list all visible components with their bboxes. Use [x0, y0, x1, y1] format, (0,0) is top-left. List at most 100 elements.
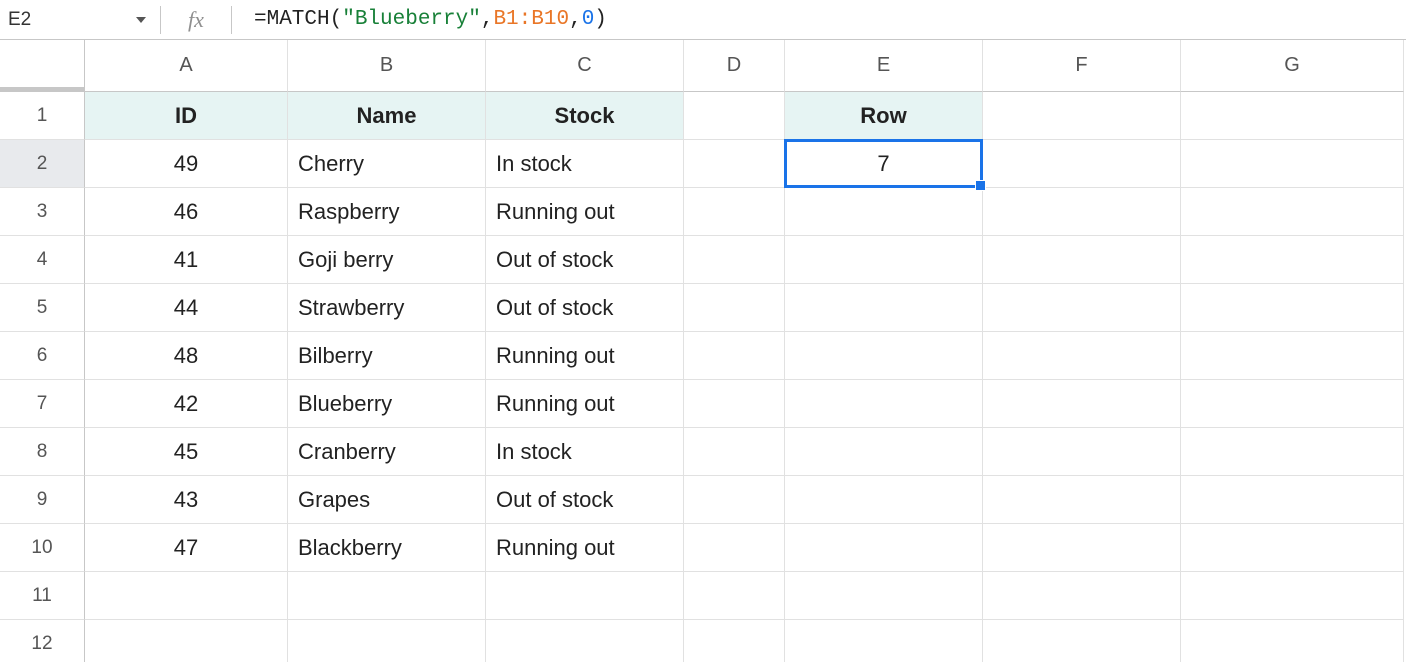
cell-G3[interactable] [1181, 188, 1404, 236]
cell-G7[interactable] [1181, 380, 1404, 428]
cell-A7[interactable]: 42 [85, 380, 288, 428]
cell-A4[interactable]: 41 [85, 236, 288, 284]
row-header-8[interactable]: 8 [0, 428, 85, 476]
cell-F12[interactable] [983, 620, 1181, 662]
cell-A6[interactable]: 48 [85, 332, 288, 380]
cell-E6[interactable] [785, 332, 983, 380]
cell-C3[interactable]: Running out [486, 188, 684, 236]
cell-G8[interactable] [1181, 428, 1404, 476]
cell-D6[interactable] [684, 332, 785, 380]
column-header-D[interactable]: D [684, 40, 785, 92]
row-header-7[interactable]: 7 [0, 380, 85, 428]
cell-A10[interactable]: 47 [85, 524, 288, 572]
cell-A1[interactable]: ID [85, 92, 288, 140]
cell-G2[interactable] [1181, 140, 1404, 188]
cell-B12[interactable] [288, 620, 486, 662]
cell-D1[interactable] [684, 92, 785, 140]
row-header-6[interactable]: 6 [0, 332, 85, 380]
cell-D10[interactable] [684, 524, 785, 572]
cell-C10[interactable]: Running out [486, 524, 684, 572]
column-header-C[interactable]: C [486, 40, 684, 92]
cell-E9[interactable] [785, 476, 983, 524]
cell-F8[interactable] [983, 428, 1181, 476]
name-box-dropdown-icon[interactable] [136, 17, 146, 23]
column-header-G[interactable]: G [1181, 40, 1404, 92]
formula-input[interactable]: =MATCH("Blueberry",B1:B10,0) [232, 0, 1406, 39]
cell-B8[interactable]: Cranberry [288, 428, 486, 476]
cell-E8[interactable] [785, 428, 983, 476]
row-header-10[interactable]: 10 [0, 524, 85, 572]
cell-C11[interactable] [486, 572, 684, 620]
cell-B1[interactable]: Name [288, 92, 486, 140]
cell-C7[interactable]: Running out [486, 380, 684, 428]
cell-A11[interactable] [85, 572, 288, 620]
cell-G9[interactable] [1181, 476, 1404, 524]
cell-F10[interactable] [983, 524, 1181, 572]
cell-G4[interactable] [1181, 236, 1404, 284]
cell-A2[interactable]: 49 [85, 140, 288, 188]
cell-D12[interactable] [684, 620, 785, 662]
cell-D7[interactable] [684, 380, 785, 428]
row-header-1[interactable]: 1 [0, 92, 85, 140]
column-header-E[interactable]: E [785, 40, 983, 92]
cell-B10[interactable]: Blackberry [288, 524, 486, 572]
cell-E2[interactable]: 7 [785, 140, 983, 188]
cell-C9[interactable]: Out of stock [486, 476, 684, 524]
cell-F1[interactable] [983, 92, 1181, 140]
cell-B9[interactable]: Grapes [288, 476, 486, 524]
cell-D4[interactable] [684, 236, 785, 284]
cell-E12[interactable] [785, 620, 983, 662]
cell-F2[interactable] [983, 140, 1181, 188]
cell-E1[interactable]: Row [785, 92, 983, 140]
cell-A12[interactable] [85, 620, 288, 662]
cell-A3[interactable]: 46 [85, 188, 288, 236]
cell-G10[interactable] [1181, 524, 1404, 572]
cell-E10[interactable] [785, 524, 983, 572]
cell-B3[interactable]: Raspberry [288, 188, 486, 236]
cell-G12[interactable] [1181, 620, 1404, 662]
cell-F7[interactable] [983, 380, 1181, 428]
cell-C4[interactable]: Out of stock [486, 236, 684, 284]
row-header-5[interactable]: 5 [0, 284, 85, 332]
cell-D9[interactable] [684, 476, 785, 524]
column-header-B[interactable]: B [288, 40, 486, 92]
cell-A9[interactable]: 43 [85, 476, 288, 524]
cell-D3[interactable] [684, 188, 785, 236]
row-header-3[interactable]: 3 [0, 188, 85, 236]
cell-C5[interactable]: Out of stock [486, 284, 684, 332]
cell-G11[interactable] [1181, 572, 1404, 620]
cell-G6[interactable] [1181, 332, 1404, 380]
cell-B11[interactable] [288, 572, 486, 620]
name-box[interactable]: E2 [0, 0, 160, 39]
cell-E4[interactable] [785, 236, 983, 284]
cell-F3[interactable] [983, 188, 1181, 236]
cell-A8[interactable]: 45 [85, 428, 288, 476]
cell-A5[interactable]: 44 [85, 284, 288, 332]
row-header-2[interactable]: 2 [0, 140, 85, 188]
cell-F6[interactable] [983, 332, 1181, 380]
cell-C8[interactable]: In stock [486, 428, 684, 476]
cell-B7[interactable]: Blueberry [288, 380, 486, 428]
cell-C2[interactable]: In stock [486, 140, 684, 188]
row-header-9[interactable]: 9 [0, 476, 85, 524]
cell-D11[interactable] [684, 572, 785, 620]
cell-C12[interactable] [486, 620, 684, 662]
cell-E7[interactable] [785, 380, 983, 428]
cell-D2[interactable] [684, 140, 785, 188]
cell-F9[interactable] [983, 476, 1181, 524]
cell-D5[interactable] [684, 284, 785, 332]
cell-E11[interactable] [785, 572, 983, 620]
cell-F11[interactable] [983, 572, 1181, 620]
cell-F5[interactable] [983, 284, 1181, 332]
cell-B6[interactable]: Bilberry [288, 332, 486, 380]
cell-E3[interactable] [785, 188, 983, 236]
cell-B4[interactable]: Goji berry [288, 236, 486, 284]
cell-C6[interactable]: Running out [486, 332, 684, 380]
cell-C1[interactable]: Stock [486, 92, 684, 140]
column-header-A[interactable]: A [85, 40, 288, 92]
cell-F4[interactable] [983, 236, 1181, 284]
row-header-4[interactable]: 4 [0, 236, 85, 284]
cell-E5[interactable] [785, 284, 983, 332]
cell-B5[interactable]: Strawberry [288, 284, 486, 332]
cell-G1[interactable] [1181, 92, 1404, 140]
